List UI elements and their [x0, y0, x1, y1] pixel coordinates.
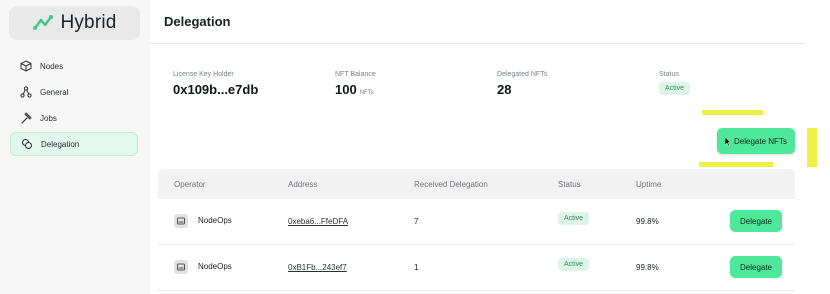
- page-title: Delegation: [164, 14, 231, 29]
- delegate-button[interactable]: Delegate: [730, 256, 782, 278]
- received-delegation: 7: [414, 217, 419, 226]
- highlight-marker: [702, 110, 763, 115]
- uptime-value: 99.8%: [636, 217, 659, 226]
- account-status: Status Active: [659, 71, 691, 95]
- sidebar-item-label: Delegation: [41, 139, 80, 149]
- balance-unit: NFTs: [359, 90, 374, 96]
- column-address: Address: [288, 180, 318, 189]
- column-received-delegation: Received Delegation: [414, 180, 488, 189]
- sidebar-item-jobs[interactable]: Jobs: [10, 106, 138, 130]
- status-badge: Active: [558, 258, 590, 271]
- sidebar-nav: Nodes General Jobs Delegation: [10, 54, 138, 158]
- server-icon: [174, 214, 188, 228]
- operator-name: NodeOps: [198, 262, 232, 271]
- table-row: NodeOps 0xeba6...FfeDFA 7 Active 99.8% D…: [158, 199, 795, 245]
- operator-address-link[interactable]: 0xB1Fb...243ef7: [288, 263, 347, 272]
- sidebar-item-general[interactable]: General: [10, 80, 138, 104]
- highlight-marker: [699, 162, 773, 167]
- license-value: 0x109b...e7db: [173, 82, 259, 97]
- sidebar-item-label: Jobs: [40, 113, 57, 123]
- main-content: Delegation License Key Holder 0x109b...e…: [150, 0, 830, 294]
- uptime-value: 99.8%: [636, 263, 659, 272]
- delegated-label: Delegated NFTs: [497, 71, 548, 78]
- operator-address-link[interactable]: 0xeba6...FfeDFA: [288, 217, 348, 226]
- operator-name: NodeOps: [198, 216, 232, 225]
- coins-icon: [22, 139, 32, 149]
- balance-value: 100: [335, 82, 357, 97]
- sidebar: Hybrid Nodes General Jobs Delegation: [0, 0, 150, 294]
- license-label: License Key Holder: [173, 71, 234, 78]
- column-uptime: Uptime: [636, 180, 662, 189]
- status-badge: Active: [558, 212, 590, 225]
- sidebar-item-label: General: [40, 87, 69, 97]
- table-header: Operator Address Received Delegation Sta…: [158, 169, 795, 199]
- license-key-holder: License Key Holder 0x109b...e7db: [173, 71, 258, 97]
- cube-icon: [20, 60, 32, 72]
- delegated-value: 28: [497, 82, 512, 97]
- column-operator: Operator: [174, 180, 206, 189]
- server-icon: [174, 260, 188, 274]
- highlight-marker: [807, 128, 817, 167]
- delegate-button[interactable]: Delegate: [730, 210, 782, 232]
- nft-balance: NFT Balance 100 NFTs: [335, 71, 376, 97]
- status-badge: Active: [659, 82, 691, 95]
- operators-table: Operator Address Received Delegation Sta…: [158, 169, 795, 291]
- hammer-icon: [21, 112, 32, 124]
- delegate-nfts-label: Delegate NFTs: [734, 136, 787, 146]
- delegate-nfts-button[interactable]: Delegate NFTs: [717, 128, 795, 154]
- status-label: Status: [659, 71, 679, 78]
- sidebar-item-label: Nodes: [40, 61, 64, 71]
- hybrid-logo-icon: [33, 15, 54, 30]
- sidebar-item-nodes[interactable]: Nodes: [10, 54, 138, 78]
- logo-text: Hybrid: [60, 12, 117, 33]
- mouse-cursor-icon: [725, 136, 732, 146]
- sidebar-item-delegation[interactable]: Delegation: [10, 132, 138, 156]
- column-status: Status: [558, 180, 581, 189]
- received-delegation: 1: [414, 263, 419, 272]
- balance-label: NFT Balance: [335, 71, 376, 78]
- logo[interactable]: Hybrid: [9, 6, 140, 40]
- delegated-nfts: Delegated NFTs 28: [497, 71, 547, 97]
- table-row: NodeOps 0xB1Fb...243ef7 1 Active 99.8% D…: [158, 245, 795, 291]
- page-header: Delegation: [150, 0, 805, 44]
- network-icon: [20, 86, 32, 98]
